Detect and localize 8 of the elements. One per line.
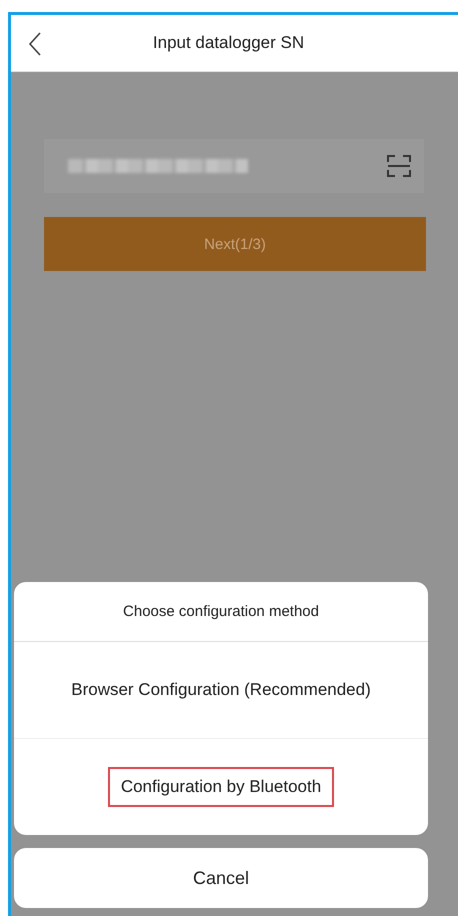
scan-icon[interactable] bbox=[386, 153, 412, 179]
page-title: Input datalogger SN bbox=[152, 33, 304, 53]
configuration-option[interactable]: Configuration by Bluetooth bbox=[108, 767, 334, 807]
sheet-title: Choose configuration method bbox=[14, 582, 428, 642]
configuration-option[interactable]: Browser Configuration (Recommended) bbox=[58, 670, 384, 710]
back-icon[interactable] bbox=[27, 31, 43, 57]
sn-input-field[interactable] bbox=[44, 139, 424, 193]
cancel-button[interactable]: Cancel bbox=[14, 848, 428, 908]
